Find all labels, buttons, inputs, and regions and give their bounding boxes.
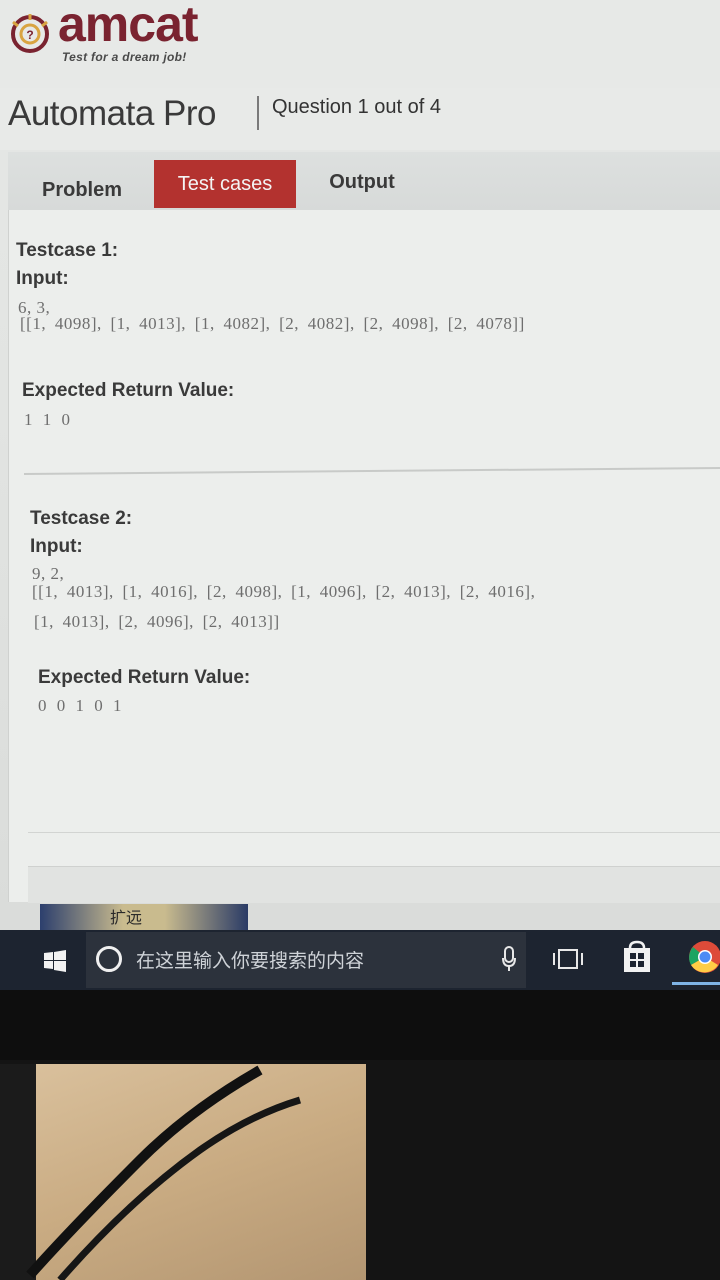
testcase-2-input-line-1: 9, 2, — [32, 564, 65, 583]
panel-bottom-border — [28, 832, 720, 833]
testcase-2-input-line-2: [[1, 4013], [1, 4016], [2, 4098], [1, 40… — [32, 582, 536, 601]
task-view-icon[interactable] — [552, 948, 584, 970]
panel-footer — [28, 866, 720, 903]
cable-icon — [26, 1065, 302, 1280]
monitor-bezel — [0, 990, 720, 1070]
testcase-1-expected-value: 1 1 0 — [24, 410, 73, 429]
testcase-2-expected-label: Expected Return Value: — [38, 667, 251, 688]
tab-problem[interactable]: Problem — [22, 166, 142, 214]
search-placeholder[interactable]: 在这里输入你要搜索的内容 — [136, 946, 364, 973]
testcase-2-input-line-3: [1, 4013], [2, 4096], [2, 4013]] — [34, 612, 280, 631]
cortana-icon[interactable] — [96, 946, 122, 972]
testcase-1-expected-label: Expected Return Value: — [22, 380, 235, 401]
logo-wordmark: amcat — [58, 0, 199, 52]
store-icon[interactable] — [620, 940, 654, 974]
logo-tagline: Test for a dream job! — [62, 50, 187, 64]
active-app-indicator — [672, 982, 720, 985]
background-window-thumbnail — [40, 904, 248, 932]
monitor-screen: ? amcat Test for a dream job! Automata P… — [0, 0, 720, 995]
chrome-icon[interactable] — [688, 940, 720, 974]
page-title: Automata Pro — [8, 94, 217, 133]
microphone-icon[interactable] — [502, 946, 516, 972]
testcase-2-input-label: Input: — [30, 536, 83, 557]
svg-text:?: ? — [26, 28, 33, 42]
testcase-2-title: Testcase 2: — [30, 508, 133, 529]
testcase-1-input-line-2: [[1, 4098], [1, 4013], [1, 4082], [2, 40… — [20, 314, 525, 333]
testcase-1-input-label: Input: — [16, 268, 69, 289]
testcase-2-expected-value: 0 0 1 0 1 — [38, 696, 125, 715]
question-counter: Question 1 out of 4 — [272, 96, 442, 118]
windows-start-icon[interactable] — [44, 950, 66, 972]
amcat-logo: ? amcat Test for a dream job! — [4, 0, 264, 70]
title-divider — [257, 96, 259, 130]
logo-mark-icon: ? — [11, 14, 49, 53]
testcase-1-title: Testcase 1: — [16, 240, 119, 261]
tab-output[interactable]: Output — [312, 158, 412, 206]
tab-test-cases[interactable]: Test cases — [154, 160, 296, 208]
background-window-text: 扩远 — [110, 908, 143, 927]
